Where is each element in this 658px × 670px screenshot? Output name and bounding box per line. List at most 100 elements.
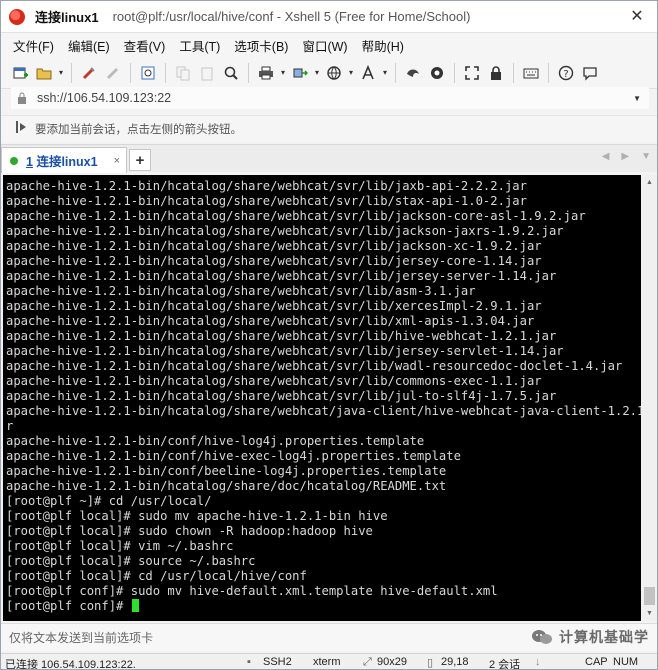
terminal-line: [root@plf ~]# cd /usr/local/ [6, 494, 212, 508]
terminal-line: apache-hive-1.2.1-bin/hcatalog/share/web… [6, 179, 527, 193]
fullscreen-icon[interactable] [461, 62, 483, 84]
terminal-line: apache-hive-1.2.1-bin/hcatalog/share/web… [6, 329, 557, 343]
status-size: 90x29 [377, 656, 407, 668]
terminal-line: apache-hive-1.2.1-bin/hcatalog/share/web… [6, 224, 564, 238]
terminal-line: apache-hive-1.2.1-bin/hcatalog/share/web… [6, 314, 535, 328]
print-dropdown-icon[interactable]: ▾ [279, 68, 287, 77]
font-dropdown-icon[interactable]: ▾ [381, 68, 389, 77]
session-hint-bar: 要添加当前会话，点击左侧的箭头按钮。 [1, 115, 657, 141]
address-dropdown-icon[interactable]: ▼ [633, 94, 641, 103]
window-session-name: 连接linux1 [35, 10, 99, 25]
terminal-line: apache-hive-1.2.1-bin/hcatalog/share/web… [6, 389, 557, 403]
terminal-line: apache-hive-1.2.1-bin/hcatalog/share/doc… [6, 479, 447, 493]
help-icon[interactable]: ? [555, 62, 577, 84]
terminal-line: apache-hive-1.2.1-bin/hcatalog/share/web… [6, 284, 476, 298]
xmanager-icon[interactable] [426, 62, 448, 84]
address-bar[interactable]: ssh://106.54.109.123:22 ▼ [11, 87, 649, 109]
title-bar: 连接linux1 root@plf:/usr/local/hive/conf -… [1, 1, 657, 33]
print-icon[interactable] [255, 62, 277, 84]
terminal-cursor [131, 599, 139, 612]
copy-icon[interactable] [172, 62, 194, 84]
terminal-line: apache-hive-1.2.1-bin/conf/hive-log4j.pr… [6, 434, 425, 448]
tab-close-icon[interactable]: × [114, 155, 120, 167]
menu-file[interactable]: 文件(F) [13, 36, 54, 55]
toolbar-separator [71, 62, 72, 83]
scrollbar-thumb[interactable] [644, 587, 655, 605]
tab-label: 1 连接linux1 [26, 151, 98, 170]
toolbar-separator [395, 62, 396, 83]
watermark: 计算机基础学 [531, 627, 649, 647]
globe-icon[interactable] [323, 62, 345, 84]
scroll-down-icon[interactable]: ▼ [642, 606, 657, 621]
status-connection: 已连接 106.54.109.123:22. [5, 659, 136, 670]
menu-bar: 文件(F) 编辑(E) 查看(V) 工具(T) 选项卡(B) 窗口(W) 帮助(… [1, 33, 657, 57]
status-num: NUM [613, 656, 639, 668]
terminal-line: apache-hive-1.2.1-bin/hcatalog/share/web… [6, 194, 527, 208]
status-sessions: 2 会话 [489, 659, 521, 670]
menu-tab[interactable]: 选项卡(B) [234, 36, 288, 55]
toolbar-separator [165, 62, 166, 83]
add-session-arrow-icon[interactable] [15, 120, 27, 137]
status-protocol: SSH2 [263, 656, 292, 668]
tab-navigation: ◀ ▶ ▼ [602, 151, 651, 162]
status-terminal-type: xterm [313, 656, 341, 668]
terminal-line: [root@plf conf]# sudo mv hive-default.xm… [6, 584, 498, 598]
transfer-dropdown-icon[interactable]: ▾ [313, 68, 321, 77]
tab-list-icon[interactable]: ▼ [641, 151, 651, 162]
terminal-line: apache-hive-1.2.1-bin/hcatalog/share/web… [6, 404, 641, 418]
address-input[interactable]: ssh://106.54.109.123:22 [37, 91, 171, 105]
toolbar-separator [548, 62, 549, 83]
lock-icon[interactable] [485, 62, 507, 84]
connected-status-icon [10, 156, 18, 165]
terminal-line: apache-hive-1.2.1-bin/hcatalog/share/web… [6, 254, 542, 268]
terminal-line: [root@plf local]# source ~/.bashrc [6, 554, 256, 568]
wechat-icon [532, 630, 552, 644]
menu-help[interactable]: 帮助(H) [362, 36, 404, 55]
add-tab-button[interactable]: + [129, 149, 151, 171]
tab-next-icon[interactable]: ▶ [621, 151, 629, 162]
svg-text:?: ? [563, 69, 568, 80]
status-bar: 已连接 106.54.109.123:22. ▪ SSH2 xterm ⤢ 90… [1, 653, 657, 670]
xftp-icon[interactable] [402, 62, 424, 84]
find-icon[interactable] [220, 62, 242, 84]
terminal-output[interactable]: apache-hive-1.2.1-bin/hcatalog/share/web… [3, 175, 641, 621]
session-hint-text: 要添加当前会话，点击左侧的箭头按钮。 [35, 123, 242, 136]
status-cursor-pos: 29,18 [441, 656, 469, 668]
new-session-icon[interactable] [9, 62, 31, 84]
terminal-line: apache-hive-1.2.1-bin/hcatalog/share/web… [6, 209, 586, 223]
tab-session-1[interactable]: 1 连接linux1 × [1, 147, 127, 173]
scroll-up-icon[interactable]: ▲ [642, 175, 657, 190]
properties-icon[interactable] [137, 62, 159, 84]
transfer-icon[interactable] [289, 62, 311, 84]
terminal-line: apache-hive-1.2.1-bin/hcatalog/share/web… [6, 239, 542, 253]
status-caps: CAP [585, 656, 608, 668]
menu-edit[interactable]: 编辑(E) [68, 36, 110, 55]
terminal-line: [root@plf local]# sudo mv apache-hive-1.… [6, 509, 388, 523]
cursor-pos-icon: ▯ [427, 657, 434, 669]
menu-window[interactable]: 窗口(W) [302, 36, 347, 55]
watermark-text: 计算机基础学 [559, 629, 649, 645]
open-dropdown-icon[interactable]: ▾ [57, 68, 65, 77]
ssh-lock-icon: ▪ [247, 656, 251, 668]
font-icon[interactable] [357, 62, 379, 84]
reconnect-icon[interactable] [78, 62, 100, 84]
menu-tools[interactable]: 工具(T) [179, 36, 220, 55]
paste-icon[interactable] [196, 62, 218, 84]
close-window-button[interactable]: ✕ [617, 1, 657, 31]
keyboard-icon[interactable] [520, 62, 542, 84]
sessions-arrow-icon[interactable]: ↓ [535, 656, 541, 668]
terminal-scrollbar[interactable]: ▲ ▼ [642, 175, 657, 621]
disconnect-icon[interactable] [102, 62, 124, 84]
globe-dropdown-icon[interactable]: ▾ [347, 68, 355, 77]
terminal-line: apache-hive-1.2.1-bin/conf/hive-exec-log… [6, 449, 461, 463]
tab-bar: 1 连接linux1 × + ◀ ▶ ▼ [1, 144, 657, 173]
chat-icon[interactable] [579, 62, 601, 84]
compose-placeholder: 仅将文本发送到当前选项卡 [9, 631, 154, 645]
menu-view[interactable]: 查看(V) [124, 36, 166, 55]
terminal-line: [root@plf local]# vim ~/.bashrc [6, 539, 234, 553]
tab-prev-icon[interactable]: ◀ [602, 151, 610, 162]
open-folder-icon[interactable] [33, 62, 55, 84]
terminal-line: apache-hive-1.2.1-bin/hcatalog/share/web… [6, 299, 542, 313]
terminal-line: apache-hive-1.2.1-bin/hcatalog/share/web… [6, 344, 564, 358]
terminal-prompt-line: [root@plf conf]# [6, 599, 641, 614]
